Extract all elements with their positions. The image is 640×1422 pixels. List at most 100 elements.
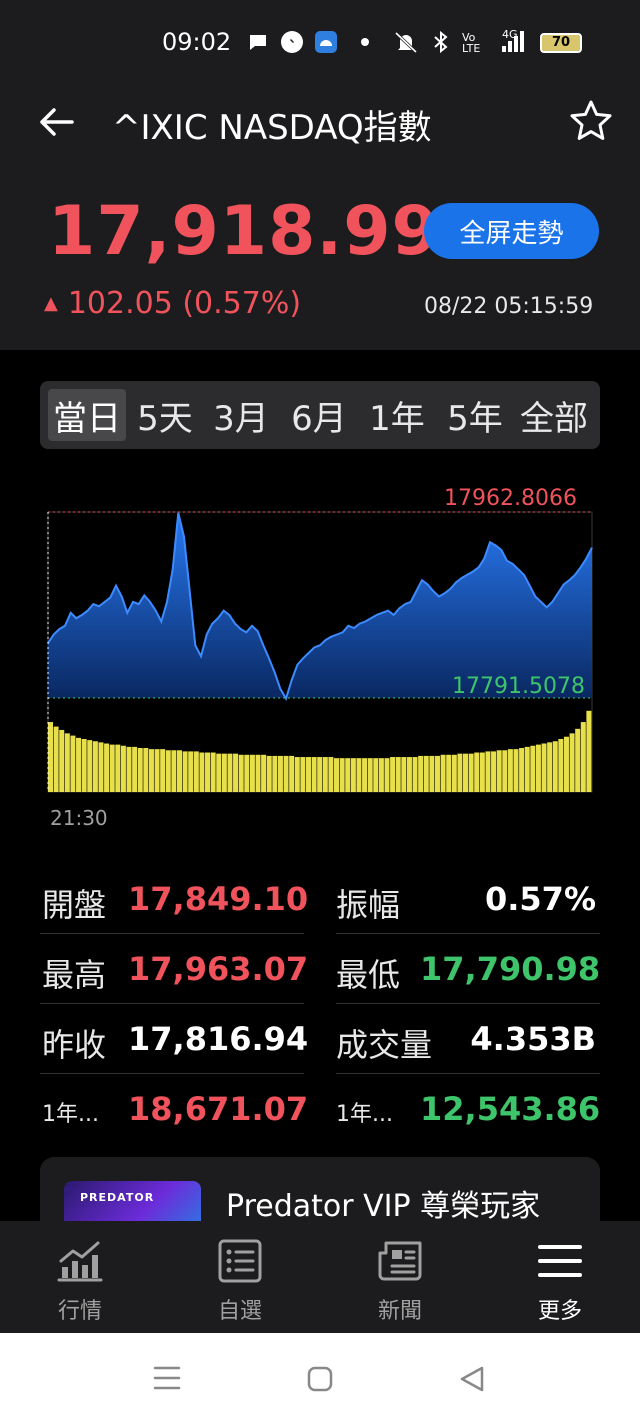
- recents-icon[interactable]: [153, 1365, 181, 1391]
- volume-bar: [440, 754, 446, 792]
- stat-value: 12,543.86: [420, 1090, 601, 1128]
- dot-icon: [361, 38, 369, 46]
- divider: [40, 1073, 304, 1074]
- volume-bar: [519, 748, 525, 792]
- nav-label: 更多: [537, 1299, 582, 1324]
- divider: [40, 1003, 304, 1004]
- volume-bar: [373, 758, 379, 792]
- price-area: [47, 512, 593, 702]
- android-icon: [315, 31, 337, 53]
- stat-value: 17,963.07: [128, 950, 309, 988]
- tab-5d[interactable]: 5天: [130, 389, 200, 441]
- up-triangle-icon: ▲: [44, 293, 58, 314]
- stat-value: 17,816.94: [128, 1020, 309, 1058]
- stat-label: 1年...: [42, 1102, 99, 1127]
- volume-bar: [423, 755, 429, 792]
- price-area-fill: [48, 512, 592, 699]
- volume-bar: [434, 755, 440, 792]
- status-bar: 09:02 Vo LTE 4G 70: [0, 0, 640, 86]
- volume-bar: [429, 755, 435, 792]
- volume-bar: [92, 741, 98, 792]
- volume-bar: [132, 746, 138, 792]
- system-navigation-bar: [0, 1333, 640, 1422]
- volume-bar: [205, 752, 211, 792]
- stat-label: 最低: [336, 956, 401, 994]
- volume-bar: [328, 757, 334, 792]
- nav-label: 新聞: [377, 1299, 422, 1324]
- volume-bar: [104, 743, 110, 792]
- volume-bar: [244, 754, 250, 792]
- volume-bar: [98, 742, 104, 792]
- nav-market[interactable]: 行情: [0, 1221, 160, 1333]
- back-icon[interactable]: [458, 1365, 486, 1393]
- star-favorite-icon[interactable]: [568, 98, 614, 144]
- mute-bell-icon: [394, 31, 418, 54]
- divider: [336, 933, 600, 934]
- tab-all[interactable]: 全部: [514, 389, 594, 441]
- volume-bar: [502, 750, 508, 792]
- back-arrow-icon[interactable]: [36, 102, 76, 142]
- volume-bar: [160, 749, 166, 792]
- network-type: 4G: [502, 28, 518, 41]
- news-icon: [378, 1241, 422, 1281]
- volume-bar: [227, 753, 233, 792]
- volume-bar: [137, 748, 143, 792]
- stat-value: 17,790.98: [420, 950, 601, 988]
- stat-label: 開盤: [42, 886, 107, 924]
- volume-bar: [491, 751, 497, 792]
- tab-intraday[interactable]: 當日: [48, 389, 126, 441]
- fullscreen-chart-button[interactable]: 全屏走勢: [424, 203, 599, 259]
- chart-icon: [57, 1241, 103, 1282]
- volume-bar: [289, 755, 295, 792]
- volume-bar: [362, 758, 368, 792]
- tab-3m[interactable]: 3月: [206, 389, 276, 441]
- volume-bar: [199, 752, 205, 792]
- stat-label: 成交量: [336, 1026, 433, 1064]
- stat-label: 昨收: [42, 1026, 107, 1064]
- volume-bar: [334, 758, 340, 792]
- quote-timestamp: 08/22 05:15:59: [424, 294, 594, 319]
- nav-label: 行情: [57, 1299, 102, 1324]
- volume-bar: [283, 755, 289, 792]
- current-price: 17,918.99: [48, 192, 440, 271]
- volume-bar: [64, 733, 70, 792]
- volume-bar: [580, 722, 586, 792]
- volume-bar: [176, 750, 182, 792]
- intraday-chart[interactable]: [40, 480, 600, 820]
- ad-brand: PREDATOR: [80, 1191, 155, 1204]
- nav-more[interactable]: 更多: [480, 1221, 640, 1333]
- volume-bar: [266, 755, 272, 792]
- ad-title: Predator VIP 尊榮玩家: [226, 1189, 541, 1224]
- list-icon: [218, 1239, 262, 1283]
- volume-bar: [575, 728, 581, 792]
- tab-5y[interactable]: 5年: [440, 389, 510, 441]
- volume-bar: [272, 755, 278, 792]
- nav-watchlist[interactable]: 自選: [160, 1221, 320, 1333]
- volume-bar: [48, 722, 54, 792]
- stat-value: 0.57%: [484, 880, 596, 918]
- volume-bar: [524, 746, 530, 792]
- volume-bar: [126, 746, 132, 792]
- volume-bar: [154, 749, 160, 792]
- volume-bar: [300, 757, 306, 792]
- volume-bar: [53, 726, 59, 792]
- battery-level: 70: [551, 35, 571, 50]
- tab-1y[interactable]: 1年: [362, 389, 432, 441]
- divider: [40, 933, 304, 934]
- home-icon[interactable]: [306, 1365, 334, 1393]
- nav-news[interactable]: 新聞: [320, 1221, 480, 1333]
- volume-bar: [182, 751, 188, 792]
- volume-bar: [507, 749, 513, 792]
- volume-bar: [87, 740, 93, 792]
- tab-6m[interactable]: 6月: [284, 389, 354, 441]
- volume-bar: [552, 741, 558, 792]
- volume-bar: [569, 733, 575, 792]
- volume-bar: [350, 758, 356, 792]
- volume-bar: [563, 736, 569, 792]
- volume-bar: [148, 749, 154, 792]
- volume-bar: [322, 757, 328, 792]
- volume-bar: [345, 758, 351, 792]
- volume-bar: [530, 745, 536, 792]
- volume-bar: [412, 757, 418, 792]
- volume-bar: [485, 751, 491, 792]
